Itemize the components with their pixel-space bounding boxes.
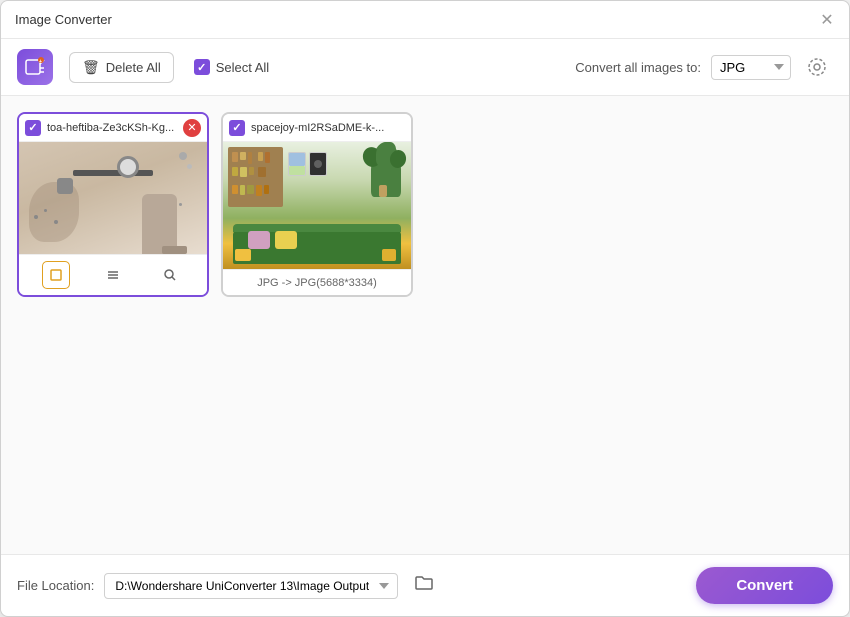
window-title: Image Converter (15, 12, 112, 27)
toolbar: + 🗑 Delete All Select All Convert all im… (1, 39, 849, 96)
settings-button[interactable] (801, 51, 833, 83)
app-logo: + (17, 49, 53, 85)
card-1-checkbox[interactable] (25, 120, 41, 136)
card-2-footer: JPG -> JPG(5688*3334) (223, 269, 411, 295)
format-select[interactable]: JPG PNG BMP WEBP GIF TIFF (711, 55, 791, 80)
content-area: toa-heftiba-Ze3cKSh-Kg... ✕ (1, 96, 849, 554)
open-folder-button[interactable] (408, 572, 440, 599)
main-window: Image Converter ✕ + 🗑 Delete All Select … (0, 0, 850, 617)
card-2-info: JPG -> JPG(5688*3334) (257, 277, 377, 289)
svg-text:+: + (39, 59, 42, 65)
toolbar-right: Convert all images to: JPG PNG BMP WEBP … (575, 51, 833, 83)
close-button[interactable]: ✕ (819, 12, 835, 28)
image-card-2: spacejoy-mI2RSaDME-k-... (221, 112, 413, 297)
card-2-filename: spacejoy-mI2RSaDME-k-... (251, 122, 405, 134)
card-1-crop-button[interactable] (42, 261, 70, 289)
file-path-select[interactable]: D:\Wondershare UniConverter 13\Image Out… (104, 573, 398, 599)
file-location-label: File Location: (17, 578, 94, 593)
image-card-1: toa-heftiba-Ze3cKSh-Kg... ✕ (17, 112, 209, 297)
card-1-image (19, 142, 207, 254)
card-1-remove-button[interactable]: ✕ (183, 119, 201, 137)
card-1-list-button[interactable] (99, 261, 127, 289)
convert-button[interactable]: Convert (696, 567, 833, 604)
card-1-header: toa-heftiba-Ze3cKSh-Kg... ✕ (19, 114, 207, 142)
card-1-actions (19, 254, 207, 295)
card-2-image (223, 142, 411, 269)
card-1-filename: toa-heftiba-Ze3cKSh-Kg... (47, 122, 177, 134)
delete-icon: 🗑 (82, 59, 100, 76)
card-2-checkbox[interactable] (229, 120, 245, 136)
card-1-zoom-button[interactable] (156, 261, 184, 289)
select-all-checkbox (194, 59, 210, 75)
card-2-header: spacejoy-mI2RSaDME-k-... (223, 114, 411, 142)
convert-all-label: Convert all images to: (575, 60, 701, 75)
title-bar: Image Converter ✕ (1, 1, 849, 39)
select-all-button[interactable]: Select All (190, 53, 273, 81)
delete-all-button[interactable]: 🗑 Delete All (69, 52, 174, 83)
bottom-bar: File Location: D:\Wondershare UniConvert… (1, 554, 849, 616)
